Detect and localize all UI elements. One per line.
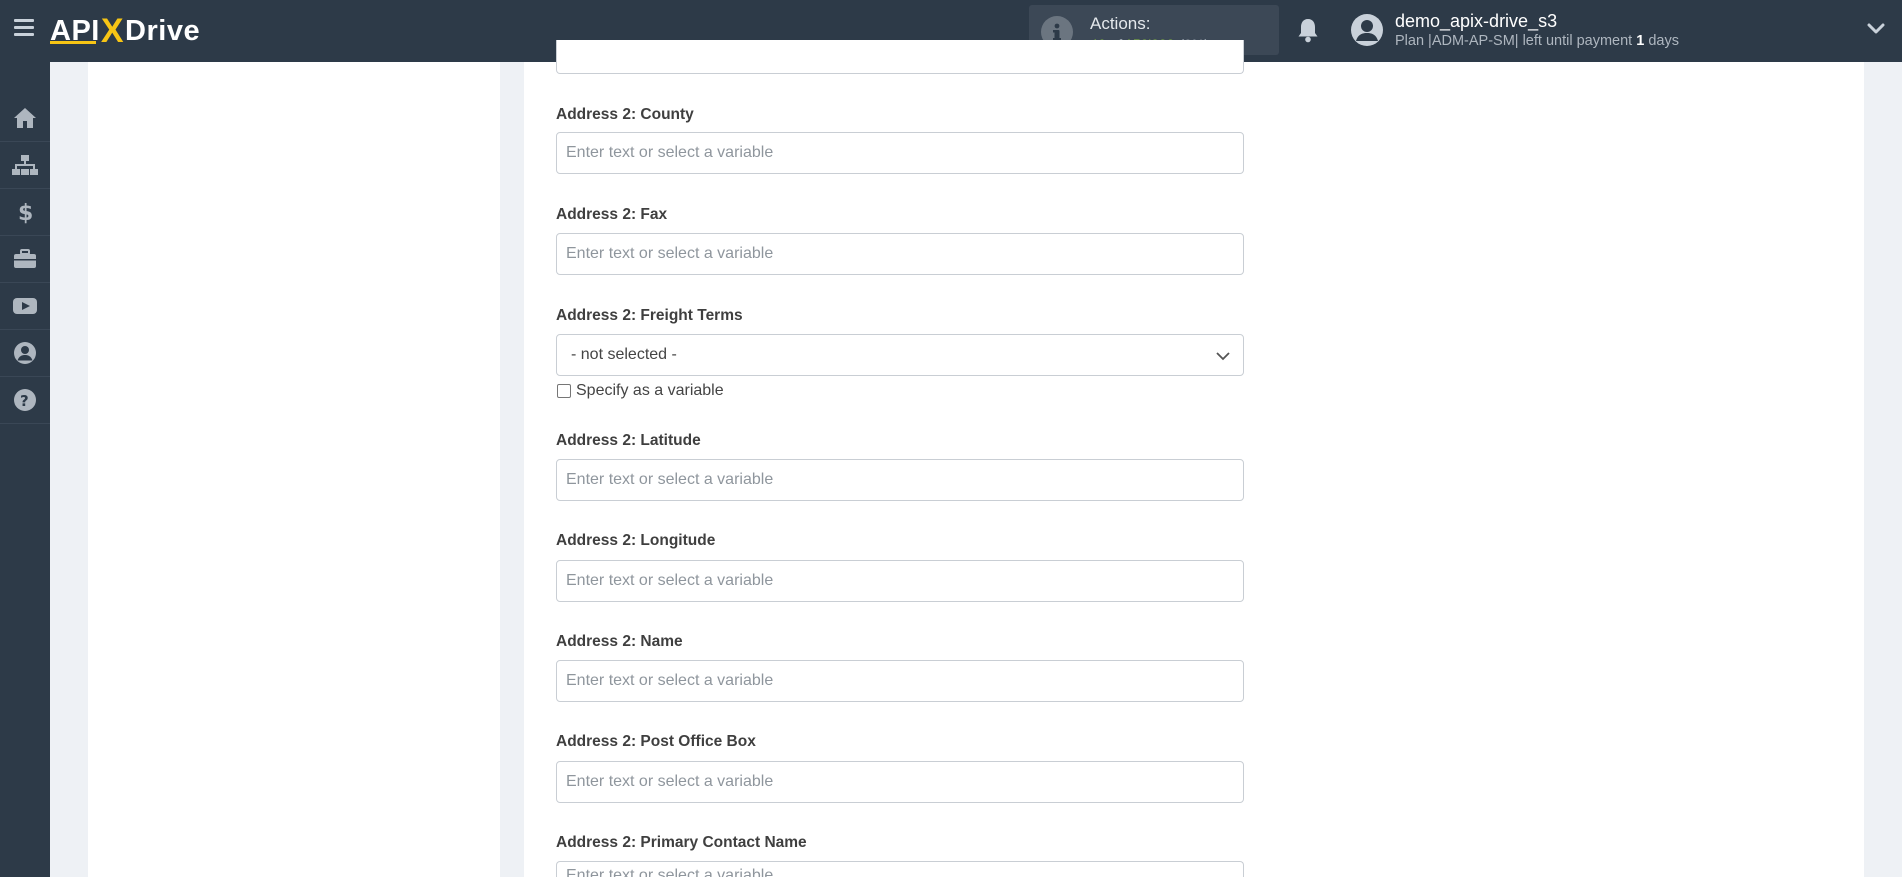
longitude-input[interactable] bbox=[556, 560, 1244, 602]
dollar-icon[interactable]: $ bbox=[0, 189, 50, 236]
field-label-post-office-box: Address 2: Post Office Box bbox=[556, 733, 756, 750]
briefcase-icon[interactable] bbox=[0, 236, 50, 283]
avatar-icon[interactable] bbox=[1350, 13, 1384, 52]
apix-drive-logo[interactable]: API X Drive bbox=[50, 12, 200, 50]
primary-contact-name-placeholder: Enter text or select a variable bbox=[566, 867, 774, 877]
plan-days-suffix: days bbox=[1648, 33, 1679, 49]
help-icon[interactable]: ? bbox=[0, 377, 50, 424]
latitude-input[interactable] bbox=[556, 459, 1244, 501]
menu-icon[interactable] bbox=[14, 19, 34, 37]
chevron-down-icon[interactable] bbox=[1867, 22, 1885, 40]
plan-text: Plan |ADM-AP-SM| left until payment bbox=[1395, 33, 1633, 49]
field-label-fax: Address 2: Fax bbox=[556, 206, 668, 223]
home-icon[interactable] bbox=[0, 95, 50, 142]
svg-text:$: $ bbox=[18, 201, 33, 224]
chevron-down-icon bbox=[1215, 349, 1231, 367]
field-label-latitude: Address 2: Latitude bbox=[556, 432, 701, 449]
logo-text-drive: Drive bbox=[125, 14, 201, 47]
specify-variable-row: Specify as a variable bbox=[557, 382, 724, 400]
user-plan: Plan |ADM-AP-SM| left until payment 1 da… bbox=[1395, 33, 1679, 49]
panel-divider bbox=[500, 62, 524, 877]
sitemap-icon[interactable] bbox=[0, 142, 50, 189]
plan-days: 1 bbox=[1636, 33, 1645, 49]
freight-terms-value: - not selected - bbox=[571, 346, 677, 363]
county-input[interactable] bbox=[556, 132, 1244, 174]
field-label-primary-contact-name: Address 2: Primary Contact Name bbox=[556, 834, 807, 851]
specify-variable-checkbox[interactable] bbox=[557, 384, 571, 398]
user-name[interactable]: demo_apix-drive_s3 bbox=[1395, 11, 1557, 32]
freight-terms-select[interactable]: - not selected - bbox=[556, 334, 1244, 376]
primary-contact-name-input[interactable]: Enter text or select a variable bbox=[556, 861, 1244, 877]
field-label-freight-terms: Address 2: Freight Terms bbox=[556, 307, 743, 324]
text-input-partial[interactable] bbox=[556, 40, 1244, 74]
sidebar: $ ? bbox=[0, 62, 50, 877]
field-label-county: Address 2: County bbox=[556, 106, 694, 123]
left-panel bbox=[88, 62, 500, 877]
svg-text:?: ? bbox=[20, 392, 29, 410]
field-label-name: Address 2: Name bbox=[556, 633, 683, 650]
actions-label: Actions: bbox=[1090, 14, 1151, 33]
user-icon[interactable] bbox=[0, 330, 50, 377]
bell-icon[interactable] bbox=[1296, 17, 1320, 48]
fax-input[interactable] bbox=[556, 233, 1244, 275]
field-label-longitude: Address 2: Longitude bbox=[556, 532, 716, 549]
youtube-icon[interactable] bbox=[0, 283, 50, 330]
post-office-box-input[interactable] bbox=[556, 761, 1244, 803]
specify-variable-label[interactable]: Specify as a variable bbox=[576, 382, 724, 400]
logo-text-x: X bbox=[100, 11, 125, 50]
name-input[interactable] bbox=[556, 660, 1244, 702]
